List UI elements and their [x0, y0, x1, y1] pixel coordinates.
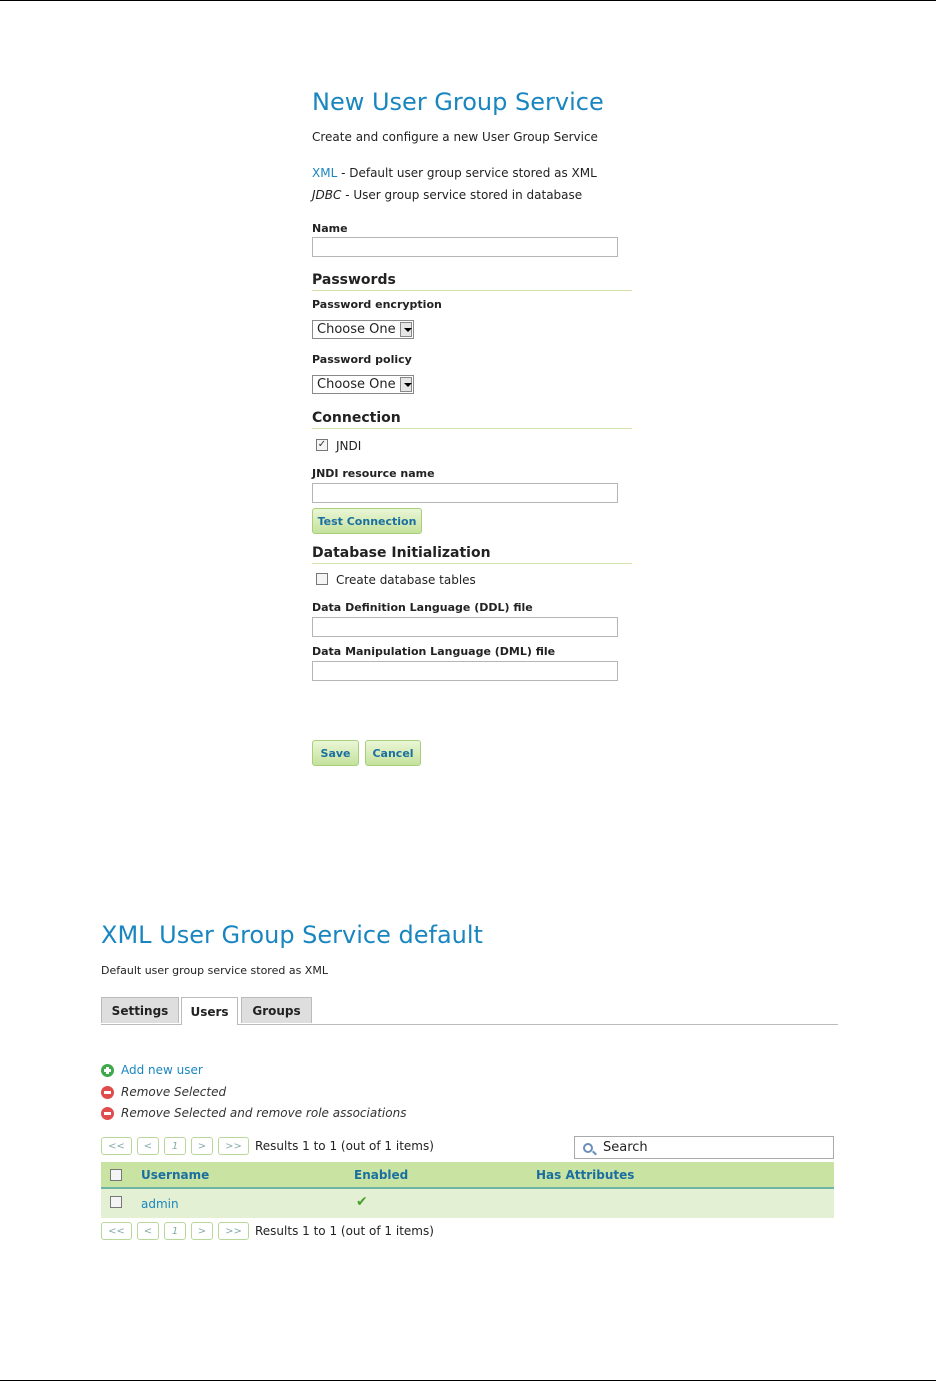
remove-selected-roles-action[interactable]: Remove Selected and remove role associat… [101, 1106, 406, 1120]
search-icon [583, 1142, 593, 1153]
column-has-attributes[interactable]: Has Attributes [536, 1168, 634, 1182]
create-tables-label: Create database tables [336, 573, 476, 587]
pager-results-text: Results 1 to 1 (out of 1 items) [255, 1139, 434, 1153]
jndi-checkbox[interactable]: ✓ [316, 439, 328, 451]
remove-selected-action[interactable]: Remove Selected [101, 1085, 226, 1099]
option-xml: XML - Default user group service stored … [312, 166, 597, 180]
tab-bar: Settings Users Groups [101, 997, 838, 1025]
table-row: admin ✔ [101, 1189, 834, 1218]
page-description: Create and configure a new User Group Se… [312, 130, 598, 144]
pager-page-button[interactable]: 1 [164, 1222, 186, 1240]
ddl-file-label: Data Definition Language (DDL) file [312, 601, 533, 614]
column-enabled[interactable]: Enabled [354, 1168, 408, 1182]
passwords-section-heading: Passwords [312, 272, 632, 291]
jndi-resource-label: JNDI resource name [312, 467, 435, 480]
pager-bottom: << < 1 > >> Results 1 to 1 (out of 1 ite… [101, 1222, 434, 1240]
pager-last-button[interactable]: >> [218, 1137, 249, 1155]
test-connection-button[interactable]: Test Connection [312, 508, 422, 534]
add-new-user-link[interactable]: Add new user [121, 1063, 203, 1077]
tab-groups[interactable]: Groups [241, 997, 312, 1023]
page-bottom-rule [0, 1380, 936, 1381]
pager-prev-button[interactable]: < [137, 1222, 159, 1240]
option-xml-desc: - Default user group service stored as X… [337, 166, 597, 180]
remove-selected-link[interactable]: Remove Selected [121, 1085, 226, 1099]
add-icon [101, 1063, 114, 1077]
ddl-file-input[interactable] [312, 617, 618, 637]
add-new-user-action[interactable]: Add new user [101, 1063, 203, 1077]
tab-users[interactable]: Users [181, 997, 238, 1025]
cancel-button[interactable]: Cancel [365, 740, 421, 766]
password-encryption-value: Choose One [317, 322, 396, 337]
chevron-down-icon [399, 377, 412, 392]
password-encryption-select[interactable]: Choose One [312, 320, 414, 339]
option-xml-link[interactable]: XML [312, 166, 337, 180]
password-policy-value: Choose One [317, 377, 396, 392]
row-checkbox[interactable] [110, 1196, 122, 1208]
pager-page-button[interactable]: 1 [164, 1137, 186, 1155]
password-policy-select[interactable]: Choose One [312, 375, 414, 394]
remove-icon [101, 1106, 114, 1120]
password-policy-label: Password policy [312, 353, 412, 366]
password-encryption-label: Password encryption [312, 298, 442, 311]
pager-top: << < 1 > >> Results 1 to 1 (out of 1 ite… [101, 1137, 434, 1155]
page-top-rule [0, 0, 936, 1]
connection-section-heading: Connection [312, 410, 632, 429]
name-label: Name [312, 222, 348, 235]
checkmark-icon: ✔ [356, 1194, 368, 1210]
remove-selected-roles-link[interactable]: Remove Selected and remove role associat… [121, 1106, 406, 1120]
search-box[interactable]: Search [574, 1136, 834, 1159]
chevron-down-icon [399, 322, 412, 337]
search-input[interactable]: Search [603, 1140, 648, 1155]
dml-file-input[interactable] [312, 661, 618, 681]
pager-next-button[interactable]: > [191, 1137, 213, 1155]
users-table-header: Username Enabled Has Attributes [101, 1162, 834, 1189]
jndi-label: JNDI [336, 439, 362, 453]
pager-last-button[interactable]: >> [218, 1222, 249, 1240]
option-jdbc-name: JDBC [312, 188, 342, 202]
page-title: New User Group Service [312, 88, 604, 116]
pager-first-button[interactable]: << [101, 1137, 132, 1155]
select-all-checkbox[interactable] [110, 1169, 122, 1181]
pager-next-button[interactable]: > [191, 1222, 213, 1240]
pager-results-text: Results 1 to 1 (out of 1 items) [255, 1224, 434, 1238]
service-title: XML User Group Service default [101, 921, 483, 949]
column-username[interactable]: Username [141, 1168, 209, 1182]
pager-prev-button[interactable]: < [137, 1137, 159, 1155]
option-jdbc: JDBC - User group service stored in data… [312, 188, 582, 202]
dml-file-label: Data Manipulation Language (DML) file [312, 645, 556, 658]
service-description: Default user group service stored as XML [101, 964, 328, 977]
username-link[interactable]: admin [141, 1197, 179, 1211]
option-jdbc-desc: - User group service stored in database [341, 188, 583, 202]
remove-icon [101, 1085, 114, 1099]
save-button[interactable]: Save [312, 740, 359, 766]
tab-settings[interactable]: Settings [101, 997, 179, 1023]
pager-first-button[interactable]: << [101, 1222, 132, 1240]
name-input[interactable] [312, 237, 618, 257]
create-tables-checkbox[interactable] [316, 573, 328, 585]
jndi-resource-input[interactable] [312, 483, 618, 503]
database-initialization-heading: Database Initialization [312, 545, 632, 564]
